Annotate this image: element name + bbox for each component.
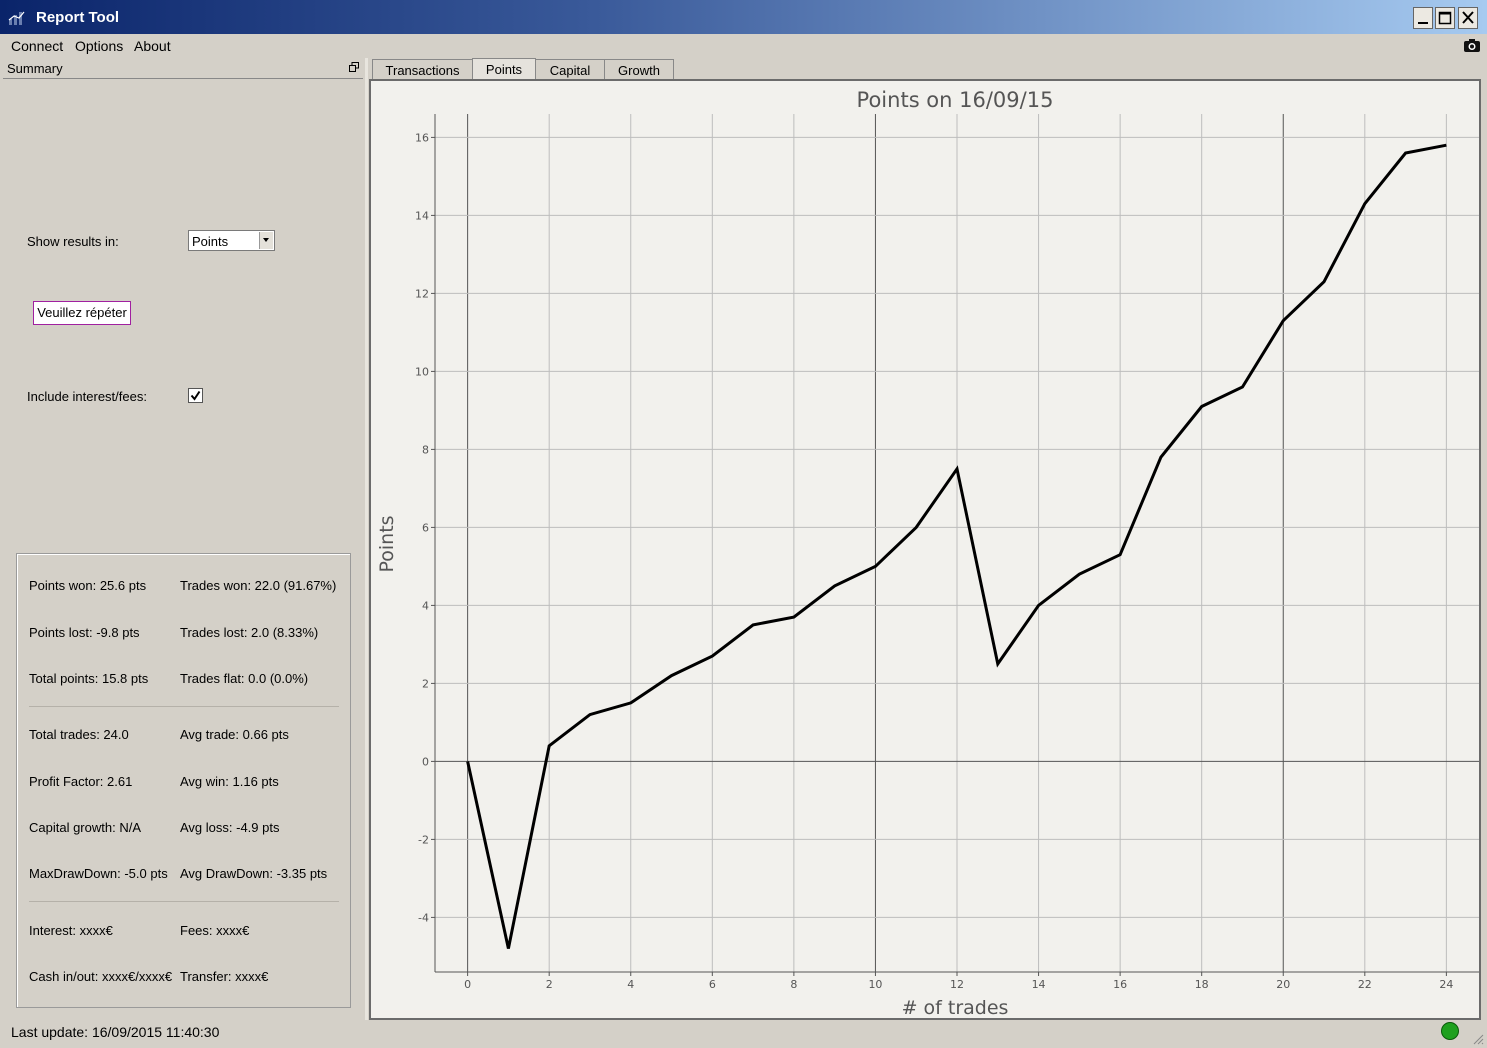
stat-label: Avg DrawDown: -3.35 pts [180,866,328,881]
summary-panel: Summary Show results in: Points Veuillez… [3,58,363,1020]
stat-label: Avg win: 1.16 pts [180,774,279,789]
show-results-select[interactable]: Points [188,230,275,251]
maximize-button[interactable] [1435,7,1455,29]
minimize-icon [1418,22,1428,24]
title-bar: Report Tool [0,0,1487,34]
stat-label: MaxDrawDown: -5.0 pts [29,866,168,881]
chart-area: 0 2 4 6 8 10 12 14 16 18 20 22 24 -4 -2 0 2 4 6 8 10 12 14 16 Po… [369,79,1481,1020]
chevron-down-icon [263,238,269,242]
stat-label: Capital growth: N/A [29,820,141,835]
x-tick-label: 12 [950,978,964,991]
y-tick-label: -4 [418,911,429,924]
stat-label: Total points: 15.8 pts [29,671,149,686]
repeat-button[interactable]: Veuillez répéter [33,301,131,325]
x-tick-label: 18 [1195,978,1209,991]
include-fees-checkbox[interactable] [188,388,203,403]
stat-label: Trades flat: 0.0 (0.0%) [180,671,309,686]
tab-capital[interactable]: Capital [535,59,605,80]
stat-label: Profit Factor: 2.61 [29,774,133,789]
tab-points[interactable]: Points [472,58,536,80]
y-tick-label: 6 [422,521,429,534]
float-panel-icon[interactable] [349,62,359,72]
stat-label: Points lost: -9.8 pts [29,625,140,640]
include-fees-label: Include interest/fees: [27,389,147,404]
last-update-text: Last update: 16/09/2015 11:40:30 [11,1024,220,1040]
summary-header-divider [3,78,363,79]
y-tick-label: 2 [422,677,429,690]
x-tick-label: 2 [546,978,553,991]
maximize-icon [1438,11,1452,25]
x-tick-label: 4 [627,978,634,991]
tab-growth[interactable]: Growth [604,59,674,80]
connection-status-indicator [1441,1022,1459,1040]
x-tick-label: 16 [1113,978,1127,991]
y-tick-label: 14 [415,209,429,222]
stat-label: Trades won: 22.0 (91.67%) [180,578,337,593]
stat-label: Total trades: 24.0 [29,727,129,742]
show-results-label: Show results in: [27,234,119,249]
x-tick-label: 10 [868,978,882,991]
menu-options[interactable]: Options [75,38,123,54]
x-tick-label: 24 [1439,978,1453,991]
stats-box: Points won: 25.6 pts Trades won: 22.0 (91… [16,553,351,1008]
menu-connect[interactable]: Connect [11,38,63,54]
stats-divider [29,901,339,902]
x-tick-label: 8 [790,978,797,991]
summary-title: Summary [7,61,63,76]
stat-label: Transfer: xxxx€ [180,969,269,984]
y-tick-label: 0 [422,755,429,768]
camera-icon[interactable] [1463,37,1481,53]
y-tick-label: 10 [415,365,429,378]
stat-label: Interest: xxxx€ [29,923,113,938]
y-tick-label: 4 [422,599,429,612]
x-tick-label: 6 [709,978,716,991]
window-title: Report Tool [36,9,120,26]
x-axis-label: # of trades [902,997,1009,1018]
y-tick-label: 16 [415,131,429,144]
stat-label: Trades lost: 2.0 (8.33%) [180,625,319,640]
y-tick-label: 8 [422,443,429,456]
x-tick-label: 22 [1358,978,1372,991]
status-bar: Last update: 16/09/2015 11:40:30 [0,1020,1487,1048]
close-icon [1462,11,1474,24]
chart-title: Points on 16/09/15 [857,88,1054,112]
checkmark-icon [190,390,201,401]
y-tick-label: -2 [418,833,429,846]
close-button[interactable] [1458,7,1478,29]
menu-about[interactable]: About [134,38,171,54]
y-tick-label: 12 [415,287,429,300]
stat-label: Avg trade: 0.66 pts [180,727,289,742]
panel-splitter[interactable] [365,58,368,1020]
x-tick-label: 14 [1032,978,1046,991]
stat-label: Fees: xxxx€ [180,923,250,938]
stats-divider [29,706,339,707]
tab-transactions[interactable]: Transactions [372,59,473,80]
resize-grip-icon[interactable] [1472,1033,1484,1045]
x-tick-label: 20 [1276,978,1290,991]
show-results-value: Points [192,234,229,249]
chart-app-icon [8,11,25,25]
dropdown-arrow [259,232,273,249]
x-tick-label: 0 [464,978,471,991]
points-chart: 0 2 4 6 8 10 12 14 16 18 20 22 24-4-20246810121416Po… [376,88,1479,1018]
minimize-button[interactable] [1413,7,1433,29]
stat-label: Points won: 25.6 pts [29,578,147,593]
stat-label: Avg loss: -4.9 pts [180,820,280,835]
menu-bar: Connect Options About [0,34,1487,56]
stat-label: Cash in/out: xxxx€/xxxx€ [29,969,173,984]
y-axis-label: Points [376,515,398,572]
